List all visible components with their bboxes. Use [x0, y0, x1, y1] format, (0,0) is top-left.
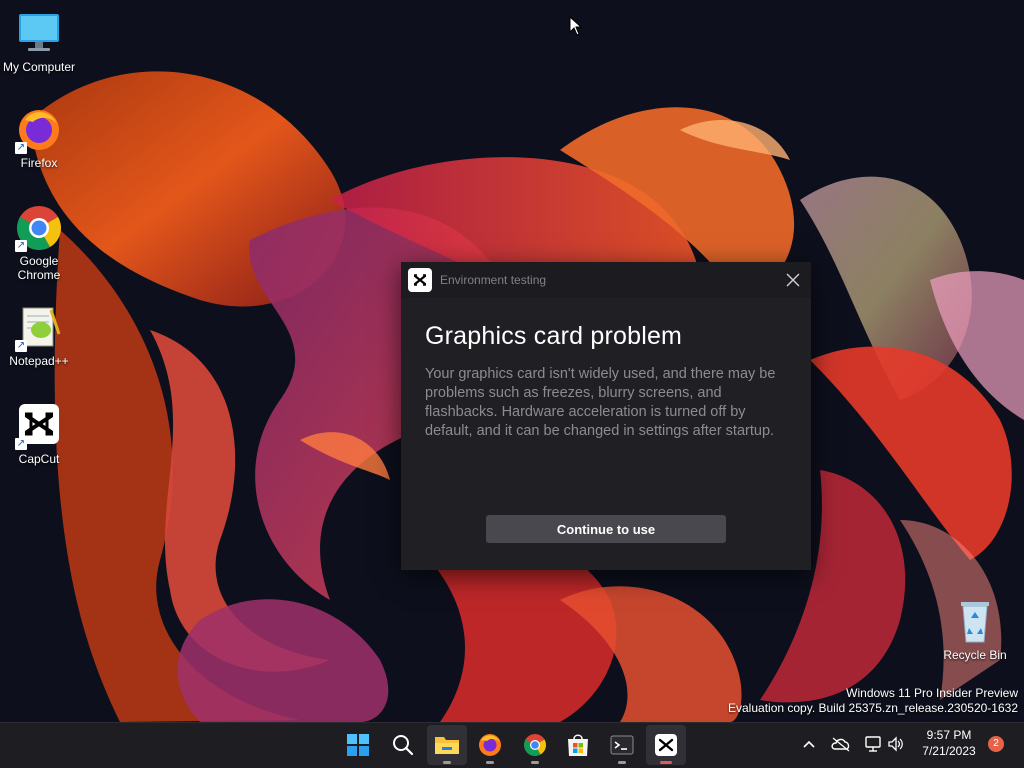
desktop-icon-firefox[interactable]: ↗ Firefox: [0, 106, 78, 170]
dialog-heading: Graphics card problem: [425, 322, 683, 350]
shortcut-arrow-icon: ↗: [15, 240, 27, 252]
running-indicator: [660, 761, 672, 764]
dialog-titlebar[interactable]: Environment testing: [401, 262, 811, 298]
watermark-edition: Windows 11 Pro Insider Preview: [846, 686, 1018, 700]
desktop-icon-label: CapCut: [18, 452, 60, 466]
monitor-icon: [15, 10, 63, 58]
mouse-cursor-icon: [569, 16, 583, 36]
search-button[interactable]: [383, 725, 423, 765]
shortcut-arrow-icon: ↗: [15, 340, 27, 352]
search-icon: [393, 735, 414, 756]
shortcut-arrow-icon: ↗: [15, 142, 27, 154]
running-indicator: [486, 761, 494, 764]
taskbar-microsoft-store[interactable]: [558, 725, 598, 765]
dialog-window-title: Environment testing: [440, 273, 547, 287]
start-icon: [347, 734, 369, 756]
taskbar: 9:57 PM 7/21/2023: [0, 722, 1024, 768]
running-indicator: [618, 761, 626, 764]
desktop-icon-notepad-plus-plus[interactable]: ↗ Notepad++: [0, 304, 78, 368]
continue-to-use-button[interactable]: Continue to use: [486, 515, 726, 543]
capcut-icon: ↗: [15, 402, 63, 450]
windows-watermark: Windows 11 Pro Insider Preview Evaluatio…: [728, 686, 1018, 716]
firefox-icon: [479, 734, 501, 756]
taskbar-capcut[interactable]: [646, 725, 686, 765]
start-button[interactable]: [338, 725, 378, 765]
chrome-icon: ↗: [15, 204, 63, 252]
desktop-icon-my-computer[interactable]: My Computer: [0, 10, 78, 74]
desktop-icon-label: Google Chrome: [17, 254, 61, 282]
shortcut-arrow-icon: ↗: [15, 438, 27, 450]
clock[interactable]: 9:57 PM 7/21/2023: [914, 728, 984, 758]
notification-badge[interactable]: 2: [988, 736, 1004, 752]
clock-time: 9:57 PM: [926, 728, 972, 742]
taskbar-firefox[interactable]: [470, 725, 510, 765]
onedrive-icon[interactable]: [831, 736, 851, 752]
chevron-up-icon[interactable]: [802, 739, 816, 749]
capcut-icon: [408, 268, 432, 292]
desktop-icon-recycle-bin[interactable]: Recycle Bin: [936, 598, 1014, 662]
desktop-icon-label: Firefox: [20, 156, 58, 170]
desktop-icon-label: My Computer: [2, 60, 76, 74]
close-icon: [786, 273, 800, 287]
volume-icon[interactable]: [887, 735, 905, 753]
microsoft-store-icon: [568, 734, 588, 756]
clock-date: 7/21/2023: [922, 744, 976, 758]
notepad-plus-plus-icon: ↗: [15, 304, 63, 352]
network-icon[interactable]: [864, 735, 882, 753]
close-button[interactable]: [775, 262, 811, 298]
desktop-icon-label: Recycle Bin: [943, 648, 1007, 662]
environment-testing-dialog: Environment testing Graphics card proble…: [401, 262, 811, 570]
desktop-icon-capcut[interactable]: ↗ CapCut: [0, 402, 78, 466]
taskbar-file-explorer[interactable]: [427, 725, 467, 765]
taskbar-terminal[interactable]: [602, 725, 642, 765]
desktop-icon-chrome[interactable]: ↗ Google Chrome: [0, 204, 78, 282]
running-indicator: [443, 761, 451, 764]
chrome-icon: [524, 734, 546, 756]
watermark-build: Evaluation copy. Build 25375.zn_release.…: [728, 701, 1018, 715]
file-explorer-icon: [435, 737, 459, 754]
dialog-message: Your graphics card isn't widely used, an…: [425, 366, 776, 439]
capcut-icon: [655, 734, 677, 756]
running-indicator: [531, 761, 539, 764]
terminal-icon: [610, 735, 634, 755]
taskbar-chrome[interactable]: [515, 725, 555, 765]
recycle-bin-icon: [951, 598, 999, 646]
desktop-icon-label: Notepad++: [9, 354, 69, 368]
firefox-icon: ↗: [15, 106, 63, 154]
